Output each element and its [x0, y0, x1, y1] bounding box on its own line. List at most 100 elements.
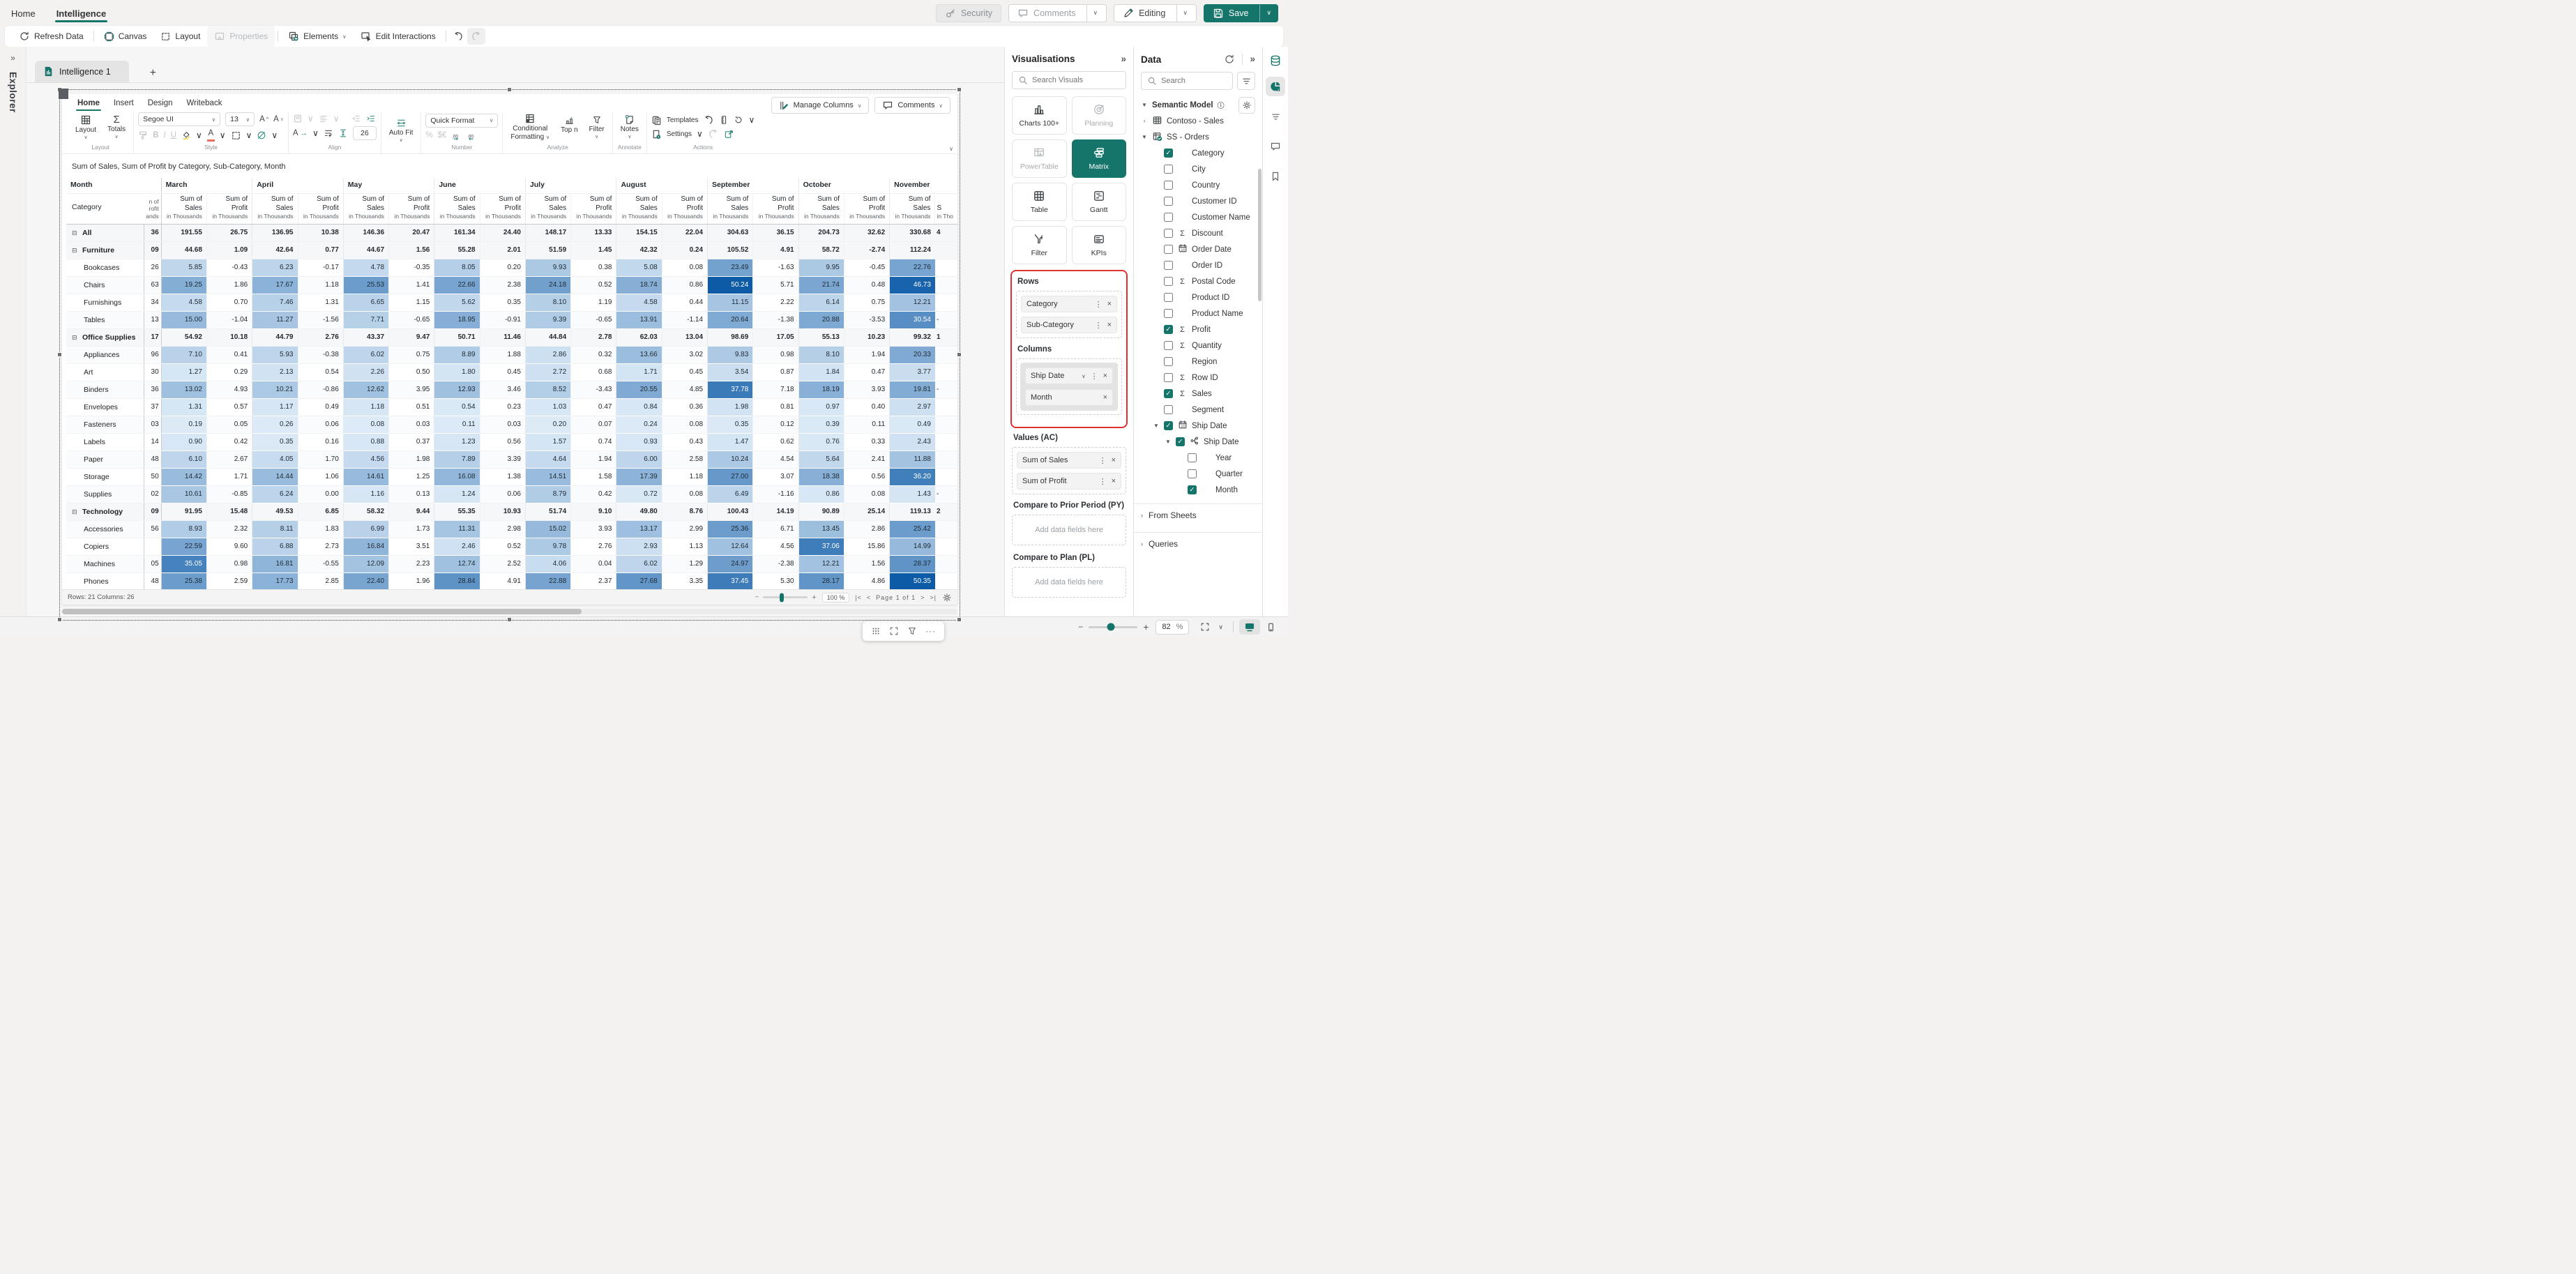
- matrix-cell[interactable]: 0.24: [662, 241, 709, 259]
- elements-button[interactable]: Elements ∨: [281, 26, 354, 47]
- matrix-cell[interactable]: 14.19: [752, 503, 799, 521]
- matrix-cell[interactable]: 0.50: [388, 363, 435, 381]
- field-checkbox[interactable]: [1176, 437, 1185, 446]
- matrix-cell[interactable]: 16.08: [434, 468, 480, 486]
- zoom-in-icon[interactable]: +: [812, 593, 816, 602]
- field-region[interactable]: Region: [1141, 354, 1255, 370]
- matrix-cell[interactable]: 2.23: [388, 555, 435, 573]
- field-checkbox[interactable]: [1164, 389, 1173, 398]
- no-format-icon[interactable]: [257, 130, 266, 140]
- matrix-cell[interactable]: 4.05: [252, 450, 298, 469]
- matrix-cell[interactable]: 10.21: [252, 381, 298, 399]
- matrix-cell[interactable]: 27.00: [707, 468, 754, 486]
- matrix-cell[interactable]: 0.38: [570, 259, 617, 277]
- matrix-cell[interactable]: 2.76: [298, 328, 344, 347]
- matrix-month-header[interactable]: March: [161, 178, 253, 194]
- field-checkbox[interactable]: [1188, 485, 1197, 494]
- matrix-cell[interactable]: 22.88: [525, 572, 572, 589]
- pagination[interactable]: |< < Page 1 of 1 > >|: [855, 594, 937, 601]
- filter-button[interactable]: Filter ∨: [586, 114, 608, 140]
- matrix-cell[interactable]: 24.40: [480, 224, 526, 242]
- matrix-widget[interactable]: Home Insert Design Writeback Manage Colu…: [57, 87, 962, 641]
- matrix-cell[interactable]: 6.02: [343, 346, 390, 364]
- matrix-row-label[interactable]: Appliances: [66, 346, 144, 364]
- matrix-cell[interactable]: 9.83: [707, 346, 754, 364]
- resize-handle[interactable]: [507, 617, 512, 622]
- matrix-cell[interactable]: -0.55: [298, 555, 344, 573]
- field-checkbox[interactable]: [1164, 261, 1173, 270]
- matrix-cell[interactable]: 11.31: [434, 520, 480, 538]
- matrix-cell[interactable]: 1.83: [298, 520, 344, 538]
- matrix-settings-gear-icon[interactable]: [942, 593, 952, 602]
- matrix-cell[interactable]: 10.61: [161, 485, 207, 503]
- matrix-month-header[interactable]: April: [252, 178, 344, 194]
- matrix-cell[interactable]: 2.85: [298, 572, 344, 589]
- matrix-clipped-cell[interactable]: [934, 416, 957, 434]
- matrix-cell[interactable]: 204.73: [798, 224, 844, 242]
- matrix-cell[interactable]: 54.92: [161, 328, 207, 347]
- security-button[interactable]: Security: [935, 3, 1002, 22]
- matrix-cell[interactable]: 2.41: [844, 450, 891, 469]
- matrix-row-label[interactable]: Accessories: [66, 520, 144, 538]
- matrix-cell[interactable]: 13.66: [616, 346, 662, 364]
- more-options-icon[interactable]: ⋮: [1099, 477, 1107, 486]
- matrix-cell[interactable]: 0.68: [570, 363, 617, 381]
- field-order-id[interactable]: Order ID: [1141, 257, 1255, 273]
- field-checkbox[interactable]: [1164, 213, 1173, 222]
- matrix-profit-header[interactable]: Sum of Profit in Thousands: [388, 193, 435, 225]
- font-size-select[interactable]: 13 ∨: [225, 112, 255, 126]
- redo-small-icon[interactable]: [708, 128, 719, 139]
- field-product-id[interactable]: Product ID: [1141, 289, 1255, 305]
- matrix-cell[interactable]: 1.18: [662, 468, 709, 486]
- matrix-cell[interactable]: 8.11: [252, 520, 298, 538]
- matrix-zoom-value[interactable]: 100 %: [821, 592, 850, 602]
- matrix-cell[interactable]: 7.71: [343, 311, 390, 329]
- field-ship-date[interactable]: ▼ 18 Ship Date: [1141, 418, 1255, 434]
- matrix-sales-header[interactable]: Sum of Sales in Thousands: [707, 193, 754, 225]
- matrix-cell[interactable]: 11.15: [707, 294, 754, 312]
- matrix-cell[interactable]: -2.38: [752, 555, 799, 573]
- matrix-cell[interactable]: 1.24: [434, 485, 480, 503]
- matrix-cell[interactable]: 0.51: [388, 398, 435, 416]
- matrix-cell[interactable]: 0.56: [480, 433, 526, 451]
- matrix-cell[interactable]: 0.23: [480, 398, 526, 416]
- ribbon-tab-writeback[interactable]: Writeback: [181, 98, 228, 111]
- matrix-cell[interactable]: 0.20: [480, 259, 526, 277]
- matrix-cell[interactable]: 9.78: [525, 538, 572, 556]
- matrix-cell[interactable]: 2.86: [844, 520, 891, 538]
- edit-interactions-button[interactable]: Edit Interactions: [354, 26, 443, 47]
- field-month[interactable]: Month: [1141, 482, 1255, 498]
- matrix-clipped-cell[interactable]: 05: [144, 555, 162, 573]
- matrix-cell[interactable]: -1.16: [752, 485, 799, 503]
- field-checkbox[interactable]: [1164, 373, 1173, 382]
- matrix-cell[interactable]: 10.23: [844, 328, 891, 347]
- matrix-cell[interactable]: 0.74: [570, 433, 617, 451]
- matrix-cell[interactable]: 3.51: [388, 538, 435, 556]
- matrix-cell[interactable]: 25.14: [844, 503, 891, 521]
- matrix-row-label[interactable]: ⊟ Technology: [66, 503, 144, 521]
- matrix-cell[interactable]: 15.86: [844, 538, 891, 556]
- matrix-cell[interactable]: 0.08: [343, 416, 390, 434]
- matrix-cell[interactable]: 0.37: [388, 433, 435, 451]
- matrix-clipped-cell[interactable]: 17: [144, 328, 162, 347]
- matrix-cell[interactable]: 5.08: [616, 259, 662, 277]
- matrix-cell[interactable]: 0.13: [388, 485, 435, 503]
- save-dropdown[interactable]: ∨: [1259, 4, 1278, 22]
- matrix-cell[interactable]: 12.64: [707, 538, 754, 556]
- matrix-cell[interactable]: 6.23: [252, 259, 298, 277]
- matrix-cell[interactable]: 2.01: [480, 241, 526, 259]
- grow-font-icon[interactable]: A ^: [259, 115, 268, 123]
- matrix-clipped-cell[interactable]: 09: [144, 241, 162, 259]
- remove-field-icon[interactable]: ×: [1107, 300, 1112, 308]
- field-quarter[interactable]: Quarter: [1141, 466, 1255, 482]
- matrix-sales-header[interactable]: Sum of Sales in Thousands: [252, 193, 298, 225]
- matrix-cell[interactable]: 55.13: [798, 328, 844, 347]
- matrix-clipped-cell[interactable]: 30: [144, 363, 162, 381]
- matrix-cell[interactable]: 10.93: [480, 503, 526, 521]
- matrix-cell[interactable]: 5.30: [752, 572, 799, 589]
- matrix-cell[interactable]: 0.47: [844, 363, 891, 381]
- matrix-cell[interactable]: 3.39: [480, 450, 526, 469]
- from-sheets-section[interactable]: › From Sheets: [1134, 503, 1262, 526]
- expand-explorer-icon[interactable]: »: [10, 54, 15, 62]
- matrix-cell[interactable]: 1.15: [388, 294, 435, 312]
